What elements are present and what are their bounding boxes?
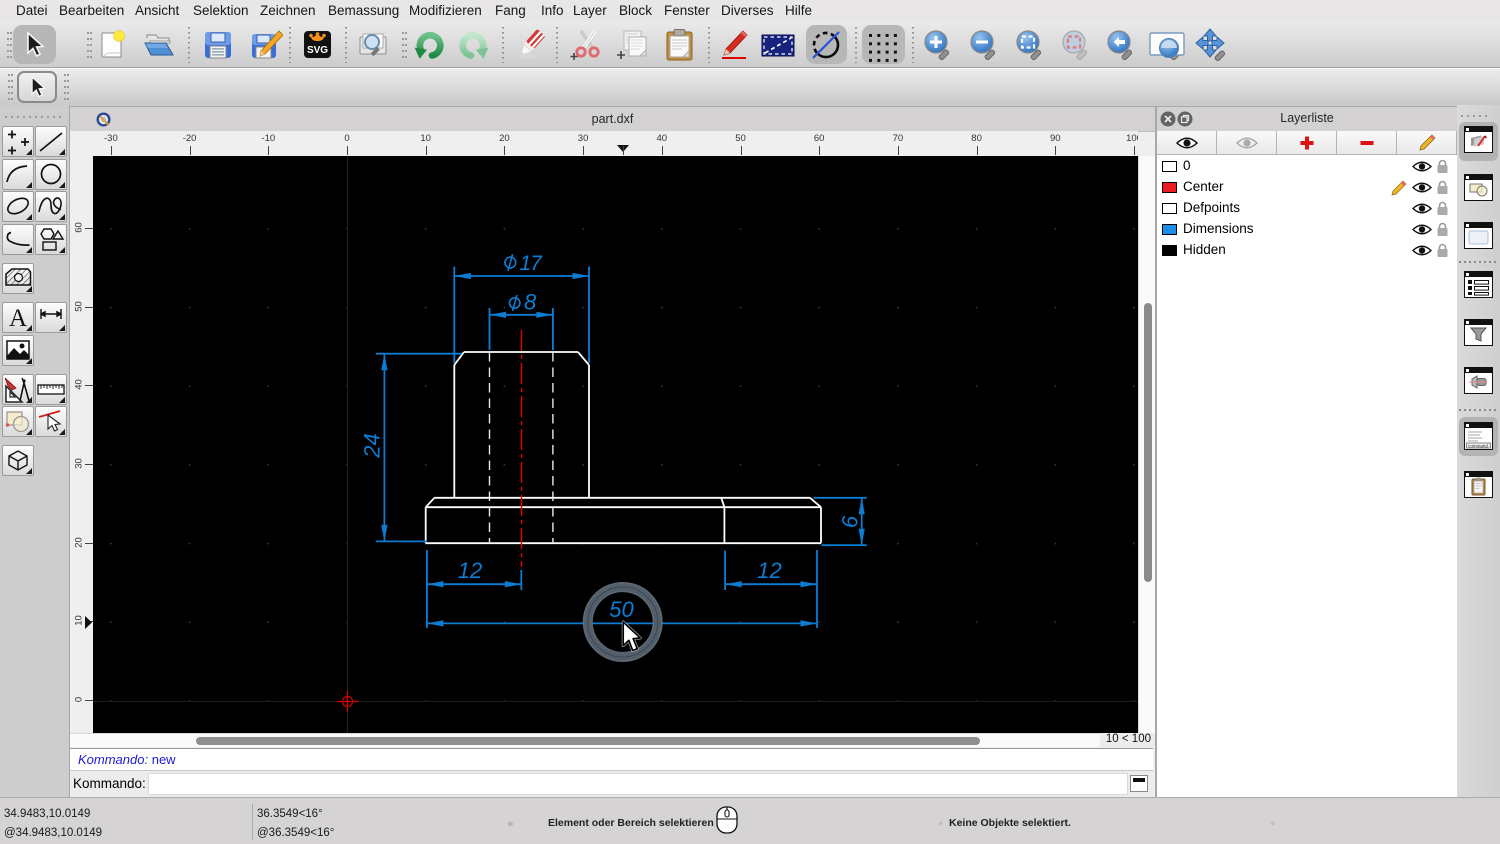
svg-text:A: A — [9, 305, 27, 332]
svg-text:command: command — [1468, 444, 1488, 449]
svg-text:12: 12 — [757, 558, 781, 583]
svg-text:24: 24 — [360, 433, 385, 458]
svg-text:SVG: SVG — [307, 45, 328, 56]
svg-text:8: 8 — [524, 290, 537, 315]
svg-text:12: 12 — [458, 558, 482, 583]
svg-text:50: 50 — [609, 597, 634, 622]
svg-text:6: 6 — [838, 515, 863, 528]
svg-text:17: 17 — [520, 252, 544, 275]
